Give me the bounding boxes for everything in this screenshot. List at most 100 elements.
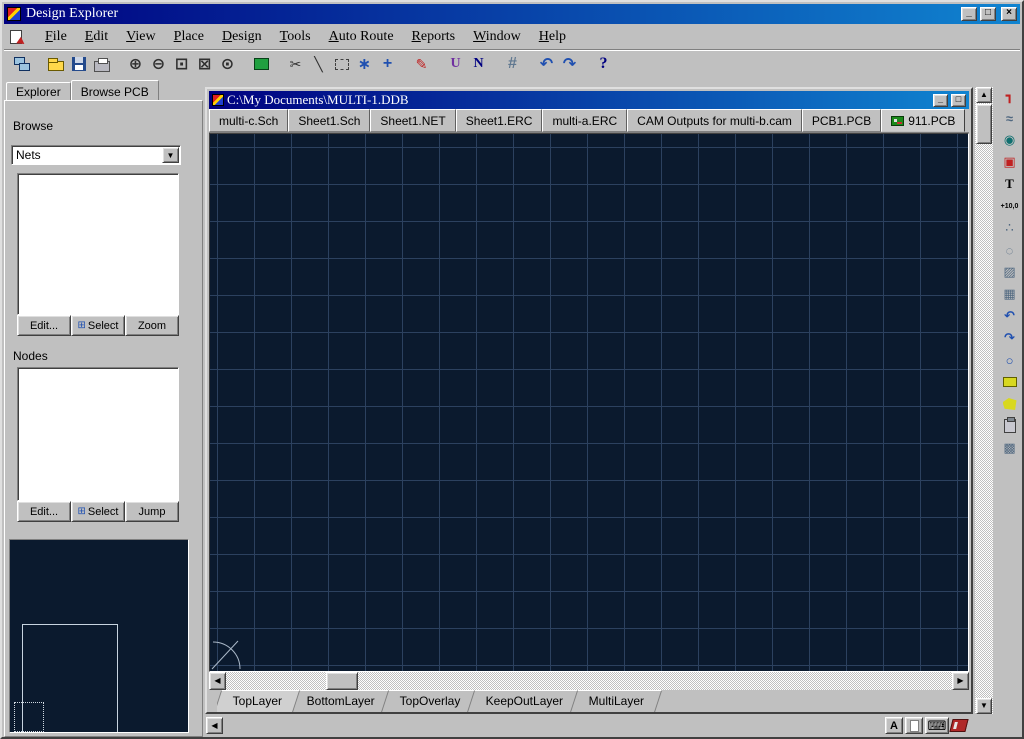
menu-help[interactable]: Help [530, 27, 575, 47]
status-keyboard-button[interactable]: ⌨ [925, 717, 949, 734]
tab-explorer[interactable]: Explorer [6, 82, 71, 100]
place-arc-any-icon[interactable]: ↷ [998, 328, 1022, 348]
hscroll-thumb[interactable] [326, 672, 358, 690]
editor-vscrollbar[interactable]: ▲ ▼ [975, 87, 993, 714]
tab-scroll-left-icon[interactable]: ◀ [206, 717, 223, 734]
board-preview[interactable] [9, 539, 189, 733]
nodes-list[interactable] [17, 367, 179, 501]
place-room-icon[interactable]: ▩ [998, 438, 1022, 458]
menu-place[interactable]: Place [165, 27, 213, 47]
u-tool-icon[interactable]: U [444, 54, 467, 74]
zoom-in-icon[interactable]: ⊕ [124, 54, 147, 74]
place-arc-edge-icon[interactable]: ◌ [998, 240, 1022, 260]
bitmap-icon[interactable] [250, 54, 273, 74]
tab-multi-c-sch[interactable]: multi-c.Sch [209, 109, 288, 132]
zoom-select-icon[interactable]: ⊠ [193, 54, 216, 74]
place-dimension-icon[interactable]: ∴ [998, 218, 1022, 238]
menu-edit[interactable]: Edit [76, 27, 117, 47]
line-icon[interactable]: ╲ [307, 54, 330, 74]
menu-view[interactable]: View [117, 27, 165, 47]
scroll-down-icon[interactable]: ▼ [976, 698, 992, 714]
save-icon[interactable] [67, 54, 90, 74]
place-keepout-icon[interactable]: ≈ [998, 108, 1022, 128]
nets-zoom-button[interactable]: Zoom [125, 315, 179, 336]
tab-multi-a-erc[interactable]: multi-a.ERC [542, 109, 627, 132]
doc-maximize-button[interactable]: □ [951, 94, 966, 107]
minimize-button[interactable]: _ [961, 7, 977, 21]
scroll-left-icon[interactable]: ◀ [209, 672, 226, 690]
doc-minimize-button[interactable]: _ [933, 94, 948, 107]
place-arc-center-icon[interactable]: ↶ [998, 306, 1022, 326]
help-book-icon[interactable] [949, 719, 968, 732]
app-titlebar[interactable]: Design Explorer _ □ × [4, 4, 1020, 24]
document-titlebar[interactable]: C:\My Documents\MULTI-1.DDB _ □ [209, 91, 969, 109]
grid-toggle-icon[interactable]: # [501, 54, 524, 74]
nets-edit-button[interactable]: Edit... [17, 315, 71, 336]
tab-cam-outputs[interactable]: CAM Outputs for multi-b.cam [627, 109, 802, 132]
global-edit-icon[interactable]: ✎ [410, 54, 433, 74]
menu-design[interactable]: Design [213, 27, 271, 47]
tab-sheet1-sch[interactable]: Sheet1.Sch [288, 109, 370, 132]
close-button[interactable]: × [1001, 7, 1017, 21]
tab-sheet1-erc[interactable]: Sheet1.ERC [456, 109, 543, 132]
layer-tab-topoverlay[interactable]: TopOverlay [380, 690, 479, 714]
editor-hscrollbar[interactable]: ◀ ▶ [209, 672, 969, 690]
menu-window[interactable]: Window [464, 27, 530, 47]
pcb-editor-canvas[interactable] [209, 133, 969, 672]
print-icon[interactable] [90, 54, 113, 74]
menu-auto-route[interactable]: Auto Route [320, 27, 403, 47]
place-track-icon[interactable]: ┓ [998, 86, 1022, 106]
place-via-icon[interactable]: ◉ [998, 130, 1022, 150]
place-coordinate-icon[interactable]: +10,0 [998, 196, 1022, 216]
undo-icon[interactable]: ↶ [535, 54, 558, 74]
select-grid-icon: ⊞ [78, 506, 86, 517]
status-blank-button[interactable] [905, 717, 923, 734]
zoom-out-icon[interactable]: ⊖ [147, 54, 170, 74]
scroll-right-icon[interactable]: ▶ [952, 672, 969, 690]
nodes-select-button[interactable]: ⊞Select [71, 501, 125, 522]
place-fill-icon[interactable]: ▨ [998, 262, 1022, 282]
place-circle-icon[interactable]: ○ [998, 350, 1022, 370]
menu-document-icon[interactable] [10, 30, 22, 44]
move-icon[interactable]: + [376, 54, 399, 74]
browse-type-select[interactable]: Nets ▼ [11, 145, 181, 165]
zoom-point-icon[interactable]: ⊙ [216, 54, 239, 74]
layer-tab-bottomlayer[interactable]: BottomLayer [287, 690, 393, 714]
nets-select-button[interactable]: ⊞Select [71, 315, 125, 336]
menu-reports[interactable]: Reports [403, 27, 465, 47]
place-array-icon[interactable]: ▦ [998, 284, 1022, 304]
maximize-button[interactable]: □ [980, 7, 996, 21]
tab-sheet1-net[interactable]: Sheet1.NET [370, 109, 455, 132]
place-polygon-icon[interactable] [998, 394, 1022, 414]
vscroll-thumb[interactable] [976, 104, 992, 144]
select-area-icon[interactable] [330, 54, 353, 74]
hscroll-track[interactable] [226, 672, 952, 690]
design-manager-icon[interactable] [10, 54, 33, 74]
layer-tab-multilayer[interactable]: MultiLayer [568, 690, 662, 714]
zoom-window-icon[interactable]: ⊡ [170, 54, 193, 74]
help-icon[interactable]: ? [592, 54, 615, 74]
tab-911-pcb[interactable]: 911.PCB [881, 109, 965, 132]
menu-tools[interactable]: Tools [271, 27, 320, 47]
scroll-up-icon[interactable]: ▲ [976, 87, 992, 103]
nodes-jump-button[interactable]: Jump [125, 501, 179, 522]
open-icon[interactable] [44, 54, 67, 74]
nets-list[interactable] [17, 173, 179, 315]
tab-pcb1-pcb[interactable]: PCB1.PCB [802, 109, 881, 132]
menu-file[interactable]: File [36, 27, 76, 47]
n-tool-icon[interactable]: N [467, 54, 490, 74]
layer-tab-keepoutlayer[interactable]: KeepOutLayer [466, 690, 582, 714]
nodes-edit-button[interactable]: Edit... [17, 501, 71, 522]
redo-icon[interactable]: ↷ [558, 54, 581, 74]
place-pad-icon[interactable]: ▣ [998, 152, 1022, 172]
status-a-button[interactable]: A [885, 717, 903, 734]
place-rectangle-icon[interactable] [998, 372, 1022, 392]
chevron-down-icon[interactable]: ▼ [162, 147, 179, 163]
sidebar-panel: Explorer Browse PCB Browse Nets ▼ Edit..… [4, 80, 203, 737]
layer-tab-toplayer[interactable]: TopLayer [217, 690, 301, 714]
tab-browse-pcb[interactable]: Browse PCB [71, 80, 159, 100]
scatter-icon[interactable]: ∗ [353, 54, 376, 74]
paste-array-icon[interactable] [998, 416, 1022, 436]
knife-icon[interactable]: ✂ [284, 54, 307, 74]
place-string-icon[interactable]: T [998, 174, 1022, 194]
